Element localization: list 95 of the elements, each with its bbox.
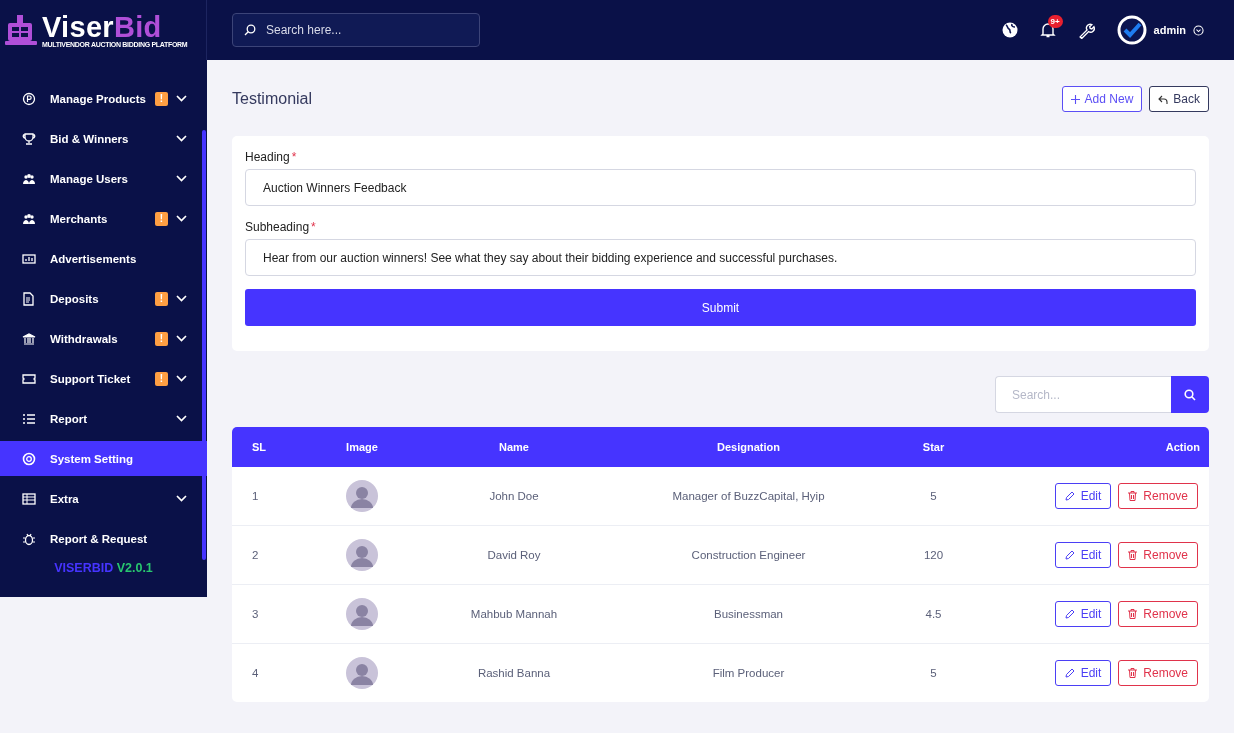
required-mark: * <box>311 220 316 234</box>
sidebar-item[interactable]: Report <box>0 401 207 436</box>
sidebar-item[interactable]: Deposits ! <box>0 281 207 316</box>
warning-badge: ! <box>155 371 168 386</box>
edit-button[interactable]: Edit <box>1054 601 1112 627</box>
gear-icon <box>22 451 36 466</box>
table-cell-text: 4.5 <box>924 608 943 620</box>
column-header: SL <box>251 441 268 453</box>
edit-button[interactable]: Edit <box>1054 483 1112 509</box>
users-icon <box>22 171 36 186</box>
field-label: Heading <box>245 150 290 164</box>
pencil-icon <box>1064 491 1075 501</box>
column-header: Star <box>921 441 946 453</box>
table-cell-text: 5 <box>929 490 938 502</box>
search-button[interactable] <box>1171 376 1209 413</box>
required-mark: * <box>291 150 297 164</box>
document-icon <box>22 291 36 306</box>
bug-icon <box>22 531 36 546</box>
bank-icon <box>22 331 36 346</box>
sidebar-item[interactable]: Support Ticket ! <box>0 361 207 396</box>
sidebar-item[interactable]: System Setting <box>0 441 207 476</box>
reply-arrow-icon <box>1158 94 1169 104</box>
remove-button[interactable]: Remove <box>1118 542 1198 568</box>
list-icon <box>22 411 36 426</box>
table-cell-text: 1 <box>251 490 260 502</box>
sidebar-item[interactable]: Report & Request <box>0 521 207 556</box>
search-icon <box>244 24 256 36</box>
users-icon <box>22 211 36 226</box>
page-title: Testimonial <box>232 90 313 108</box>
table-cell-text: Mahbub Mannah <box>469 608 559 620</box>
pencil-icon <box>1064 668 1075 678</box>
column-header: Image <box>345 441 379 453</box>
input-field[interactable]: Auction Winners Feedback <box>245 169 1196 206</box>
submit-button[interactable]: Submit <box>245 289 1196 326</box>
version-label: VISERBID V2.0.1 <box>53 561 154 575</box>
add-new-button[interactable]: Add New <box>1061 86 1143 112</box>
plus-icon <box>1070 94 1080 104</box>
pencil-icon <box>1064 550 1075 560</box>
search-field[interactable]: Search here... <box>232 13 480 47</box>
column-header: Name <box>498 441 530 453</box>
chevron-down-icon <box>1193 24 1204 36</box>
avatar-placeholder <box>346 539 378 571</box>
table-cell-text: 5 <box>929 667 938 679</box>
field-label: Subheading <box>245 220 310 234</box>
table-cell-text: John Doe <box>488 490 540 502</box>
avatar-placeholder <box>346 657 378 689</box>
edit-button[interactable]: Edit <box>1054 542 1112 568</box>
table-cell-text: 3 <box>251 608 260 620</box>
warning-badge: ! <box>155 331 168 346</box>
pencil-icon <box>1064 609 1075 619</box>
trash-icon <box>1128 668 1138 678</box>
trophy-icon <box>22 131 36 146</box>
sidebar-item[interactable]: Advertisements <box>0 241 207 276</box>
table-cell-text: 2 <box>251 549 260 561</box>
column-header: Action <box>1164 441 1201 453</box>
trash-icon <box>1128 609 1138 619</box>
table-icon <box>22 491 36 506</box>
table-cell-text: Rashid Banna <box>476 667 552 679</box>
table-cell-text: David Roy <box>486 549 542 561</box>
logo-wordmark: ViserBid <box>42 12 162 41</box>
chart-icon <box>22 251 36 266</box>
table-cell-text: Construction Engineer <box>690 549 807 561</box>
warning-badge: ! <box>155 291 168 306</box>
search-icon <box>1184 388 1196 401</box>
warning-badge: ! <box>155 91 168 106</box>
warning-badge: ! <box>155 211 168 226</box>
remove-button[interactable]: Remove <box>1118 601 1198 627</box>
trash-icon <box>1128 550 1138 560</box>
p-circle-icon <box>22 91 36 106</box>
sidebar-item[interactable]: Manage Products ! <box>0 81 207 116</box>
remove-button[interactable]: Remove <box>1118 660 1198 686</box>
ticket-icon <box>22 371 36 386</box>
avatar-placeholder <box>346 480 378 512</box>
sidebar-item[interactable]: Merchants ! <box>0 201 207 236</box>
wrench-icon[interactable] <box>1077 21 1095 39</box>
notification-badge: 9+ <box>1047 15 1063 28</box>
table-cell-text: Manager of BuzzCapital, Hyip <box>671 490 826 502</box>
bell-icon[interactable] <box>1039 22 1056 38</box>
sidebar-item[interactable]: Bid & Winners <box>0 121 207 156</box>
user-menu-button[interactable]: admin <box>1116 15 1204 45</box>
table-cell-text: Businessman <box>712 608 784 620</box>
column-header: Designation <box>716 441 781 453</box>
sidebar-item[interactable]: Withdrawals ! <box>0 321 207 356</box>
sidebar-item[interactable]: Manage Users <box>0 161 207 196</box>
sidebar-item[interactable]: Extra <box>0 481 207 516</box>
remove-button[interactable]: Remove <box>1118 483 1198 509</box>
input-field[interactable]: Hear from our auction winners! See what they say about their bidding experience and successful purchases. <box>245 239 1196 276</box>
avatar-placeholder <box>346 598 378 630</box>
table-cell-text: 120 <box>922 549 945 561</box>
table-cell-text: Film Producer <box>711 667 786 679</box>
trash-icon <box>1128 491 1138 501</box>
back-button[interactable]: Back <box>1149 86 1209 112</box>
table-cell-text: 4 <box>251 667 260 679</box>
edit-button[interactable]: Edit <box>1054 660 1112 686</box>
avatar-check-icon <box>1116 15 1147 45</box>
